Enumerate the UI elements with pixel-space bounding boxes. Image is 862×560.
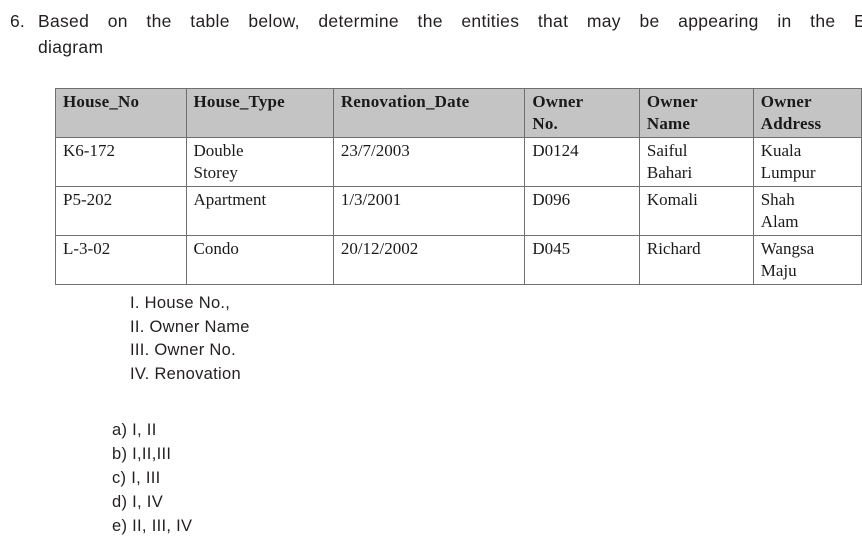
roman-numeral-list: I. House No., II. Owner Name III. Owner …: [130, 292, 250, 386]
question-text-line-1: Based on the table below, determine the …: [38, 11, 862, 31]
data-table-container: House_No House_Type Renovation_Date Owne…: [55, 88, 862, 285]
cell-owner-address-line-1: Kuala: [760, 141, 802, 160]
cell-renovation-date: 23/7/2003: [332, 137, 526, 187]
table-header: House_No House_Type Renovation_Date Owne…: [55, 88, 862, 138]
list-item-roman-2: II. Owner Name: [130, 317, 250, 336]
list-item-roman-4: IV. Renovation: [130, 364, 241, 383]
cell-owner-no: D045: [524, 235, 640, 285]
cell-house-no-value: L-3-02: [63, 239, 111, 258]
column-header-house-no-line-1: House_No: [63, 92, 140, 111]
answer-options-list: a) I, II b) I,II,III c) I, III d) I, IV …: [112, 418, 192, 538]
column-header-owner-address: Owner Address: [752, 88, 862, 138]
column-header-renovation-date: Renovation_Date: [332, 88, 526, 138]
cell-house-type: Double Storey: [185, 137, 334, 187]
cell-renovation-date: 20/12/2002: [332, 235, 526, 285]
question-text: Based on the table below, determine the …: [38, 8, 862, 60]
cell-renovation-date: 1/3/2001: [332, 186, 526, 236]
cell-owner-no-value: D096: [532, 190, 571, 209]
cell-renovation-date-value: 1/3/2001: [340, 190, 402, 209]
answer-option-b[interactable]: b) I,II,III: [112, 442, 192, 466]
column-header-owner-no-line-1: Owner: [532, 92, 584, 111]
cell-renovation-date-value: 23/7/2003: [340, 141, 410, 160]
column-header-owner-name-line-1: Owner: [646, 92, 698, 111]
question-row: 6. Based on the table below, determine t…: [10, 8, 862, 60]
cell-house-type: Apartment: [185, 186, 334, 236]
column-header-owner-name-line-2: Name: [646, 114, 691, 133]
table-header-row: House_No House_Type Renovation_Date Owne…: [55, 88, 862, 138]
cell-owner-no-value: D0124: [532, 141, 579, 160]
cell-owner-address-line-1: Wangsa: [760, 239, 815, 258]
cell-owner-no: D096: [524, 186, 640, 236]
cell-house-type-line-1: Apartment: [193, 190, 267, 209]
cell-owner-name-line-1: Richard: [646, 239, 701, 258]
question-block: 6. Based on the table below, determine t…: [10, 8, 862, 60]
cell-owner-address-line-2: Maju: [760, 261, 797, 280]
column-header-house-type-line-1: House_Type: [193, 92, 285, 111]
cell-owner-name-line-2: Bahari: [646, 163, 693, 182]
list-item-roman-1: I. House No.,: [130, 294, 231, 312]
cell-house-type-line-1: Double: [193, 141, 244, 160]
cell-house-type-line-1: Condo: [193, 239, 239, 258]
cell-owner-address-line-2: Lumpur: [760, 163, 816, 182]
question-text-line-2: diagram: [38, 37, 104, 57]
column-header-owner-address-line-2: Address: [760, 114, 822, 133]
question-number: 6.: [10, 11, 25, 31]
column-header-house-type: House_Type: [185, 88, 334, 138]
answer-option-c[interactable]: c) I, III: [112, 466, 192, 490]
cell-owner-name-line-1: Saiful: [646, 141, 688, 160]
table-row: L-3-02 Condo 20/12/2002 D045 Richard Wan…: [55, 235, 862, 285]
answer-option-e[interactable]: e) II, III, IV: [112, 514, 192, 538]
column-header-owner-address-line-1: Owner: [760, 92, 812, 111]
cell-house-type-line-2: Storey: [193, 163, 238, 182]
cell-owner-address-line-2: Alam: [760, 212, 799, 231]
cell-owner-address: Wangsa Maju: [752, 235, 862, 285]
cell-owner-address-line-1: Shah: [760, 190, 795, 209]
cell-house-no-value: K6-172: [63, 141, 115, 160]
list-item-roman-3: III. Owner No.: [130, 341, 236, 359]
cell-owner-name: Saiful Bahari: [638, 137, 754, 187]
cell-owner-name: Richard: [638, 235, 754, 285]
cell-house-type: Condo: [185, 235, 334, 285]
answer-option-d[interactable]: d) I, IV: [112, 490, 192, 514]
house-owner-table: House_No House_Type Renovation_Date Owne…: [55, 88, 862, 285]
table-row: P5-202 Apartment 1/3/2001 D096 Komali Sh…: [55, 186, 862, 236]
table-row: K6-172 Double Storey 23/7/2003 D0124 Sai…: [55, 137, 862, 187]
column-header-house-no: House_No: [55, 88, 187, 138]
cell-owner-name-line-1: Komali: [646, 190, 698, 209]
cell-renovation-date-value: 20/12/2002: [340, 239, 419, 258]
cell-owner-no: D0124: [524, 137, 640, 187]
answer-option-a[interactable]: a) I, II: [112, 418, 192, 442]
cell-house-no: K6-172: [55, 137, 187, 187]
cell-house-no: P5-202: [55, 186, 187, 236]
cell-house-no: L-3-02: [55, 235, 187, 285]
table-body: K6-172 Double Storey 23/7/2003 D0124 Sai…: [55, 137, 862, 285]
column-header-owner-no-line-2: No.: [532, 114, 559, 133]
cell-house-no-value: P5-202: [63, 190, 113, 209]
column-header-owner-no: Owner No.: [524, 88, 640, 138]
cell-owner-name: Komali: [638, 186, 754, 236]
column-header-owner-name: Owner Name: [638, 88, 754, 138]
cell-owner-address: Kuala Lumpur: [752, 137, 862, 187]
cell-owner-no-value: D045: [532, 239, 571, 258]
column-header-renovation-date-line-1: Renovation_Date: [340, 92, 470, 111]
cell-owner-address: Shah Alam: [752, 186, 862, 236]
